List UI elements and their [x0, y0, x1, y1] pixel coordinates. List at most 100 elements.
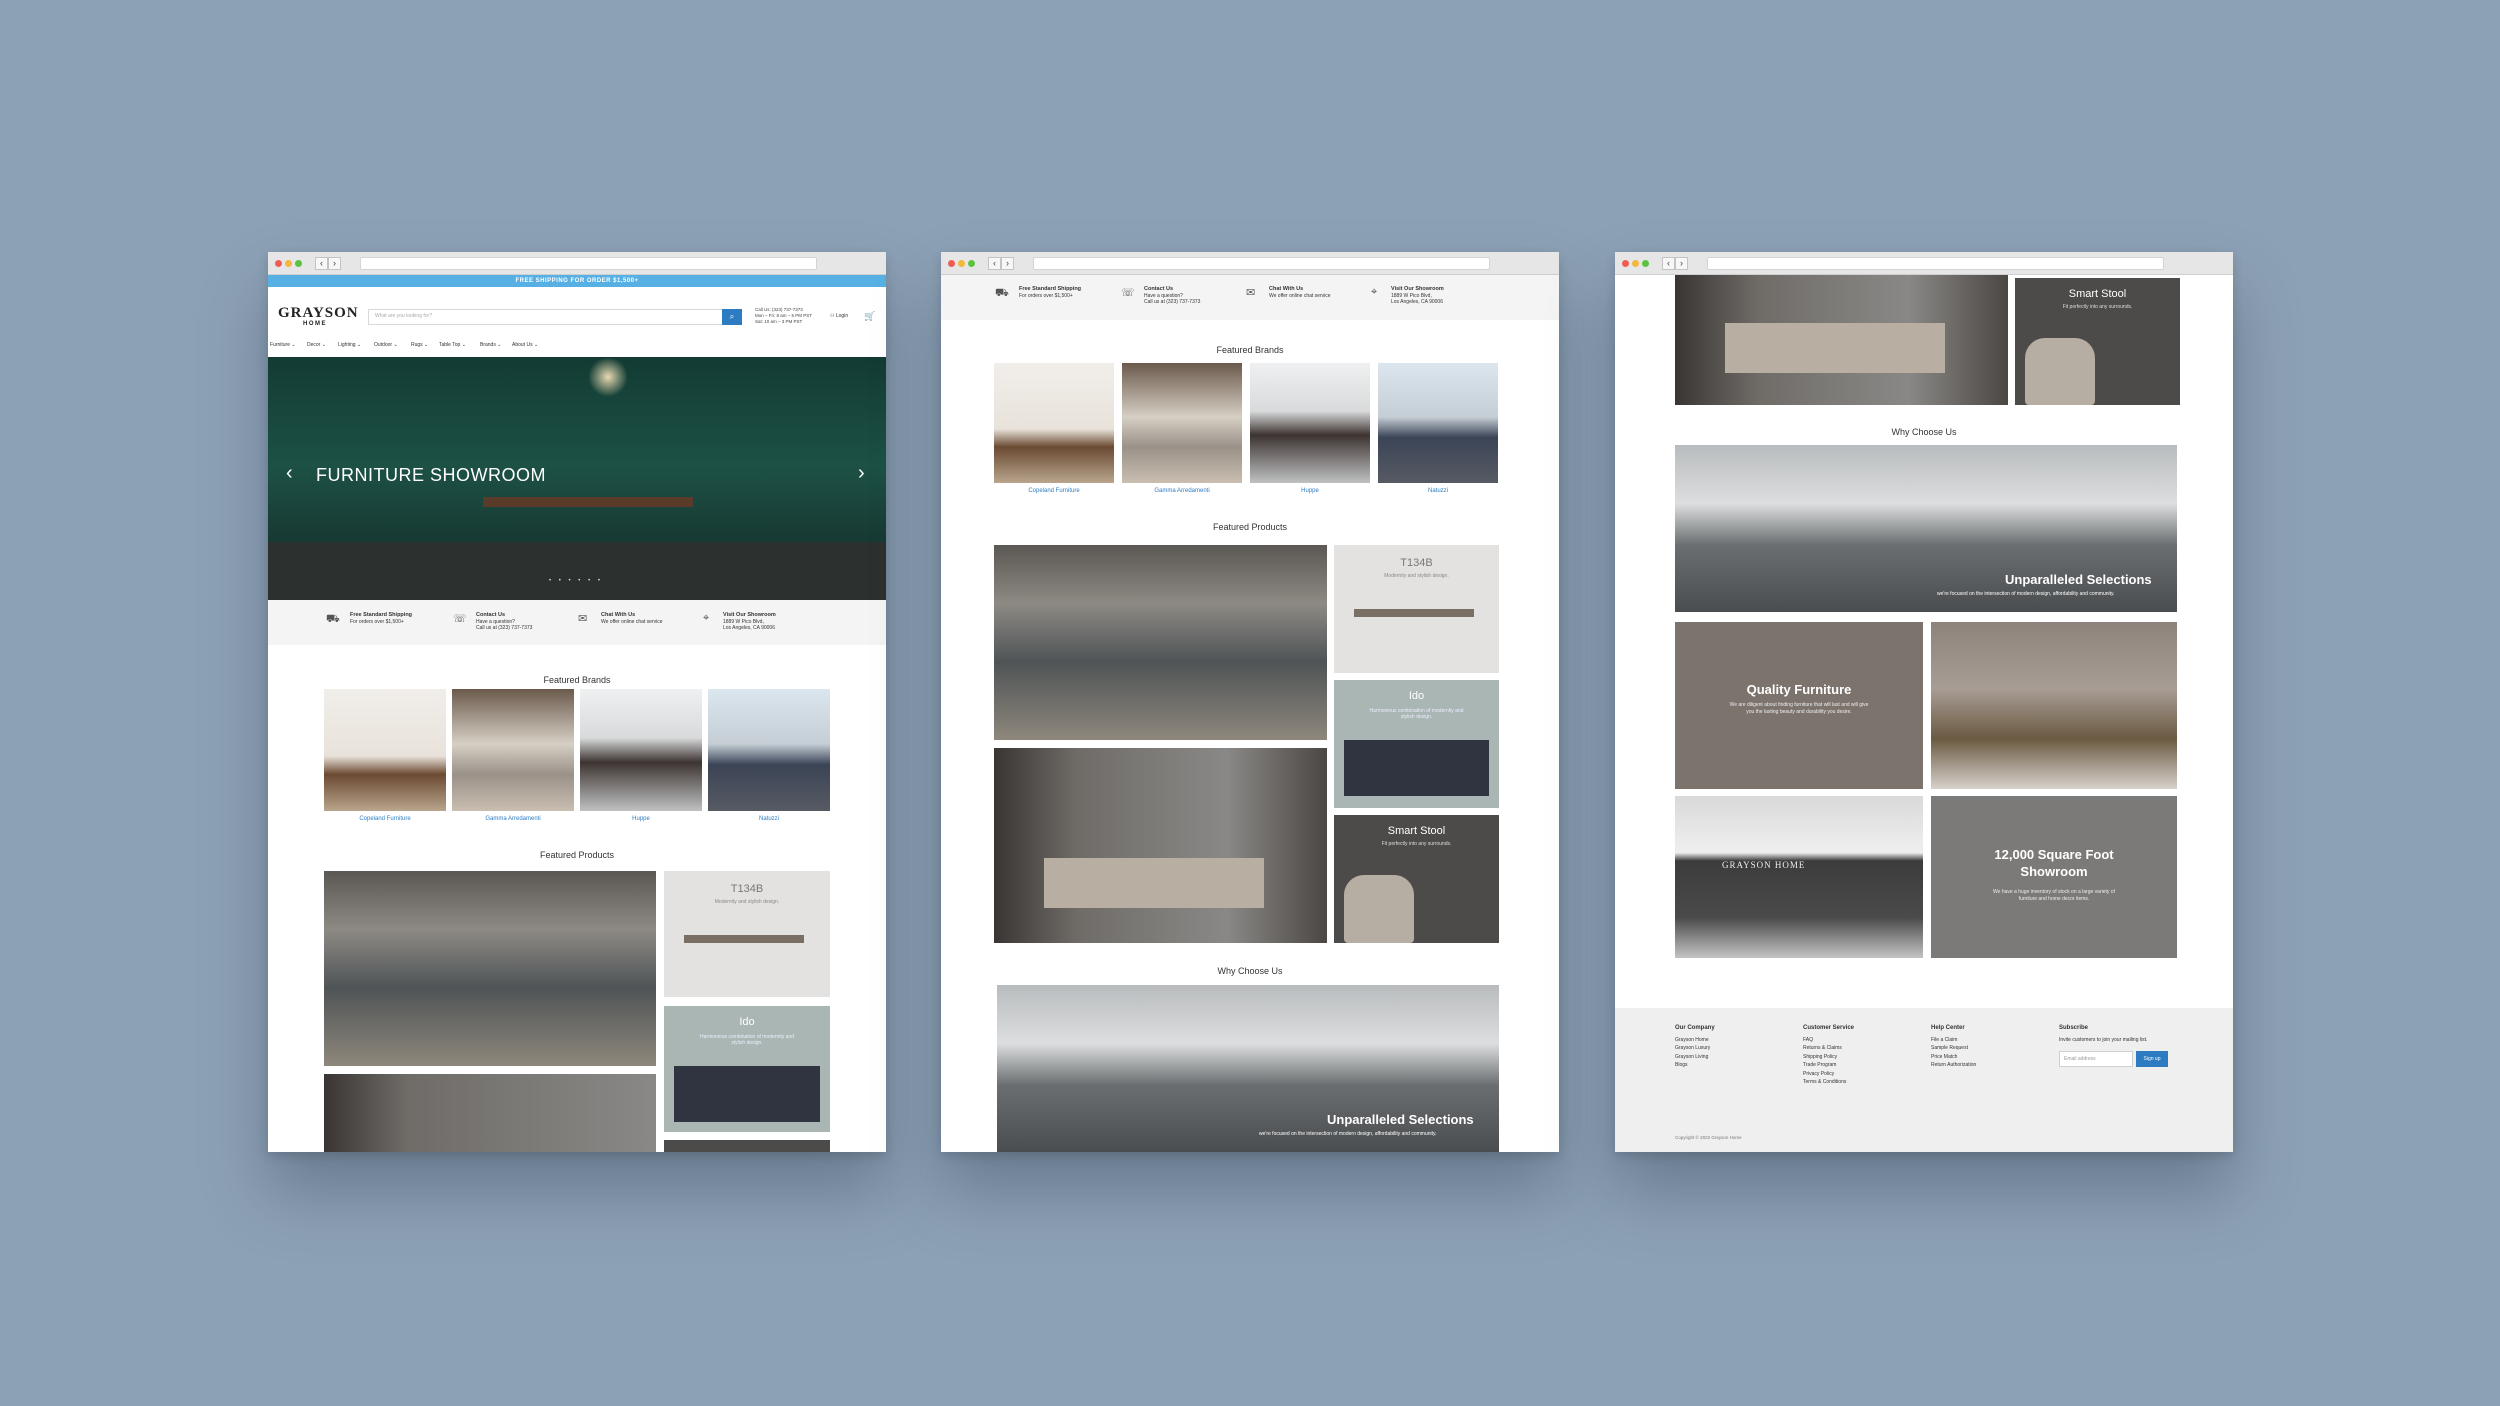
info-contact: Contact Us Have a question? Call us at (32… — [1144, 286, 1200, 306]
menu-item-decor[interactable]: Decor ⌄ — [307, 342, 326, 348]
menu-item-about[interactable]: About Us ⌄ — [512, 342, 538, 348]
info-title: Chat With Us — [1269, 286, 1304, 292]
product-image-sofa[interactable] — [994, 748, 1327, 943]
minimize-dot-icon[interactable] — [1632, 260, 1639, 267]
brand-image-copeland[interactable] — [324, 689, 446, 811]
footer-link[interactable]: Shipping Policy — [1803, 1053, 1854, 1062]
footer-link[interactable]: Sample Request — [1931, 1044, 1976, 1053]
brand-link-gamma[interactable]: Gamma Arredamenti — [452, 816, 574, 822]
footer-link[interactable]: Grayson Living — [1675, 1053, 1715, 1062]
minimize-dot-icon[interactable] — [958, 260, 965, 267]
footer-link[interactable]: Trade Program — [1803, 1061, 1854, 1070]
close-dot-icon[interactable] — [1622, 260, 1629, 267]
brand-image-huppe[interactable] — [580, 689, 702, 811]
menu-item-brands[interactable]: Brands ⌄ — [480, 342, 501, 348]
product-image-sectional[interactable] — [994, 545, 1327, 740]
back-arrow-icon[interactable]: ‹ — [315, 257, 328, 270]
brand-image-natuzzi[interactable] — [1378, 363, 1498, 483]
truck-icon: ⛟ — [995, 287, 1009, 299]
signup-button[interactable]: Sign up — [2136, 1051, 2168, 1067]
footer-link[interactable]: Price Match — [1931, 1053, 1976, 1062]
brand-image-gamma[interactable] — [452, 689, 574, 811]
cart-icon[interactable]: 🛒 — [864, 311, 875, 322]
brand-image-huppe[interactable] — [1250, 363, 1370, 483]
search-input[interactable]: What are you looking for? — [368, 309, 734, 325]
why-tile-showroom[interactable]: 12,000 Square Foot Showroom We have a hu… — [1931, 796, 2177, 958]
featured-brands-title: Featured Brands — [1216, 345, 1284, 355]
product-image-sofa[interactable] — [324, 1074, 656, 1152]
brand-link-huppe[interactable]: Huppe — [1250, 488, 1370, 494]
product-card-smart-stool[interactable]: Smart Stool Fit perfectly into any surro… — [2015, 278, 2180, 405]
chevron-right-icon[interactable]: › — [858, 462, 865, 485]
address-bar[interactable] — [360, 257, 817, 270]
menu-item-outdoor[interactable]: Outdoor ⌄ — [374, 342, 398, 348]
brand-link-natuzzi[interactable]: Natuzzi — [1378, 488, 1498, 494]
hours-line: Sat: 10 am – 3 PM PST — [755, 319, 803, 324]
product-image-sofa[interactable] — [1675, 275, 2008, 405]
search-button[interactable]: ⌕ — [722, 309, 742, 325]
product-image-sectional[interactable] — [324, 871, 656, 1066]
why-tile-title: Unparalleled Selections — [1327, 1112, 1474, 1127]
chevron-left-icon[interactable]: ‹ — [286, 462, 293, 485]
product-card-t134b[interactable]: T134B Modernity and stylish design. — [1334, 545, 1499, 673]
footer-link[interactable]: FAQ — [1803, 1036, 1854, 1045]
minimize-dot-icon[interactable] — [285, 260, 292, 267]
brand-link-natuzzi[interactable]: Natuzzi — [708, 816, 830, 822]
product-card-t134b[interactable]: T134B Modernity and stylish design. — [664, 871, 830, 997]
footer-link[interactable]: Grayson Luxury — [1675, 1044, 1715, 1053]
close-dot-icon[interactable] — [948, 260, 955, 267]
email-field[interactable]: Email address — [2059, 1051, 2133, 1067]
brand-link-gamma[interactable]: Gamma Arredamenti — [1122, 488, 1242, 494]
why-tile-unparalleled[interactable]: Unparalleled Selections we're focused on… — [997, 985, 1499, 1152]
menu-item-tabletop[interactable]: Table Top ⌄ — [439, 342, 466, 348]
brand-image-natuzzi[interactable] — [708, 689, 830, 811]
product-card-ido[interactable]: Ido Harmonious combination of modernity … — [1334, 680, 1499, 808]
product-title: T134B — [1400, 557, 1433, 569]
hero-slider[interactable]: FURNITURE SHOWROOM ‹ › • • • • • • — [268, 357, 886, 600]
why-image-furniture-detail[interactable] — [1931, 622, 2177, 789]
why-tile-quality[interactable]: Quality Furniture We are diligent about … — [1675, 622, 1923, 789]
table-image — [684, 935, 804, 943]
menu-item-lighting[interactable]: Lighting ⌄ — [338, 342, 361, 348]
footer-link[interactable]: Blogs — [1675, 1061, 1715, 1070]
menu-item-furniture[interactable]: Furniture ⌄ — [270, 342, 296, 348]
product-card-ido[interactable]: Ido Harmonious combination of modernity … — [664, 1006, 830, 1132]
menu-item-rugs[interactable]: Rugs ⌄ — [411, 342, 428, 348]
brand-link-copeland[interactable]: Copeland Furniture — [994, 488, 1114, 494]
back-arrow-icon[interactable]: ‹ — [988, 257, 1001, 270]
brand-link-copeland[interactable]: Copeland Furniture — [324, 816, 446, 822]
footer-link[interactable]: Return Authorization — [1931, 1061, 1976, 1070]
footer-column-help: Help Center File a Claim Sample Request … — [1931, 1024, 1976, 1070]
slider-dots[interactable]: • • • • • • — [549, 578, 603, 584]
site-logo[interactable]: GRAYSON — [278, 305, 359, 322]
footer-link[interactable]: File a Claim — [1931, 1036, 1976, 1045]
brand-image-gamma[interactable] — [1122, 363, 1242, 483]
copyright: Copyright © 2022 Grayson Home — [1675, 1135, 1742, 1140]
footer-link[interactable]: Terms & Conditions — [1803, 1078, 1854, 1087]
brand-image-copeland[interactable] — [994, 363, 1114, 483]
login-link[interactable]: ⚇ Login — [830, 313, 848, 319]
maximize-dot-icon[interactable] — [1642, 260, 1649, 267]
product-card-smart-stool[interactable] — [664, 1140, 830, 1152]
brand-link-huppe[interactable]: Huppe — [580, 816, 702, 822]
showroom-sign: GRAYSON HOME — [1722, 860, 1806, 870]
forward-arrow-icon[interactable]: › — [1001, 257, 1014, 270]
footer-link[interactable]: Returns & Claims — [1803, 1044, 1854, 1053]
phone-icon: ☏ — [1121, 287, 1135, 299]
forward-arrow-icon[interactable]: › — [1675, 257, 1688, 270]
email-placeholder: Email address — [2064, 1056, 2096, 1062]
product-card-smart-stool[interactable]: Smart Stool Fit perfectly into any surro… — [1334, 815, 1499, 943]
close-dot-icon[interactable] — [275, 260, 282, 267]
back-arrow-icon[interactable]: ‹ — [1662, 257, 1675, 270]
address-bar[interactable] — [1707, 257, 2164, 270]
maximize-dot-icon[interactable] — [968, 260, 975, 267]
info-title: Visit Our Showroom — [1391, 286, 1444, 292]
footer-link[interactable]: Grayson Home — [1675, 1036, 1715, 1045]
maximize-dot-icon[interactable] — [295, 260, 302, 267]
info-line: We offer online chat service — [601, 618, 663, 625]
why-tile-unparalleled[interactable]: Unparalleled Selections we're focused on… — [1675, 445, 2177, 612]
why-image-showroom[interactable]: GRAYSON HOME — [1675, 796, 1923, 958]
forward-arrow-icon[interactable]: › — [328, 257, 341, 270]
footer-link[interactable]: Privacy Policy — [1803, 1070, 1854, 1079]
address-bar[interactable] — [1033, 257, 1490, 270]
